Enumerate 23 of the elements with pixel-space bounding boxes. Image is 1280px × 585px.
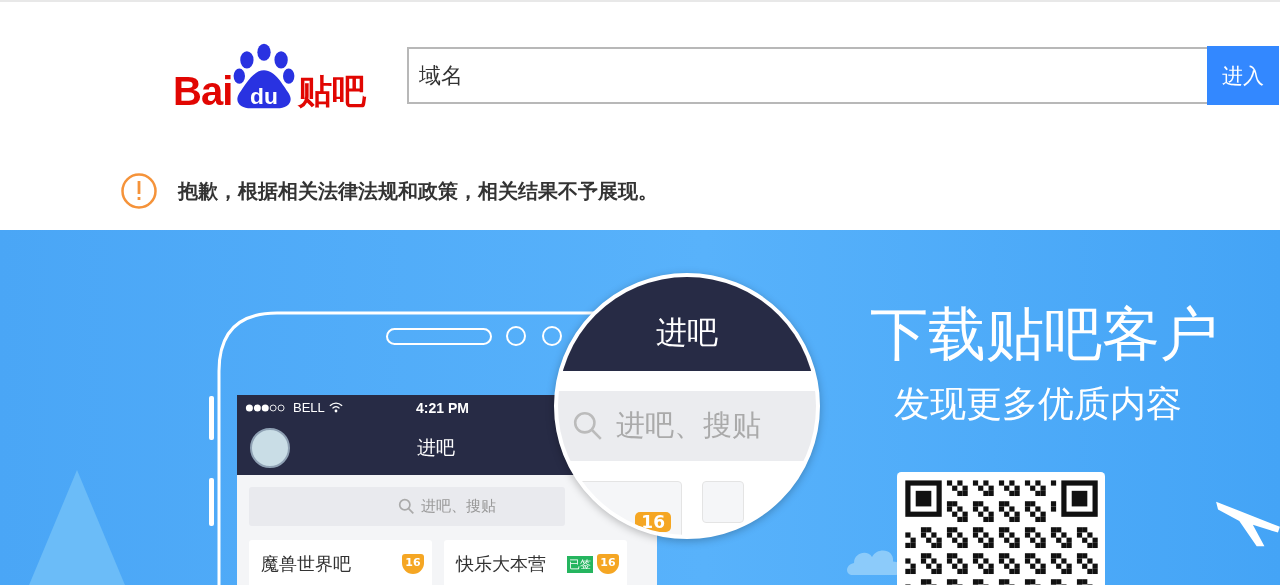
wifi-icon xyxy=(328,402,343,413)
forum-name: 快乐大本营 xyxy=(456,552,547,576)
search-placeholder: 进吧、搜贴 xyxy=(616,407,761,444)
forum-name: 魔兽世界吧 xyxy=(261,552,352,576)
search-placeholder: 进吧、搜贴 xyxy=(421,497,496,516)
logo-text: 贴吧 xyxy=(298,71,367,111)
forum-card[interactable]: 快乐大本营 已签 16 xyxy=(444,540,627,585)
status-time: 4:21 PM xyxy=(416,399,469,416)
carrier-name: BELL xyxy=(293,400,325,415)
warning-icon xyxy=(120,172,158,210)
promo-title: 下载贴吧客户 xyxy=(870,299,1218,370)
level-badge: 16 xyxy=(597,554,619,574)
forum-card[interactable]: 魔兽世界吧 16 xyxy=(249,540,432,585)
nav-title: 进吧 xyxy=(417,434,455,460)
search-field[interactable]: 域名 xyxy=(407,47,1207,104)
signed-tag: 已签 xyxy=(567,556,593,573)
search-icon xyxy=(398,498,415,515)
level-badge: 16 xyxy=(635,512,671,532)
promo-subtitle: 发现更多优质内容 xyxy=(894,382,1183,426)
level-badge: 16 xyxy=(402,554,424,574)
search-icon xyxy=(572,410,604,442)
notice-message: 抱歉，根据相关法律法规和政策，相关结果不予展现。 xyxy=(178,177,658,205)
avatar[interactable] xyxy=(250,427,290,468)
